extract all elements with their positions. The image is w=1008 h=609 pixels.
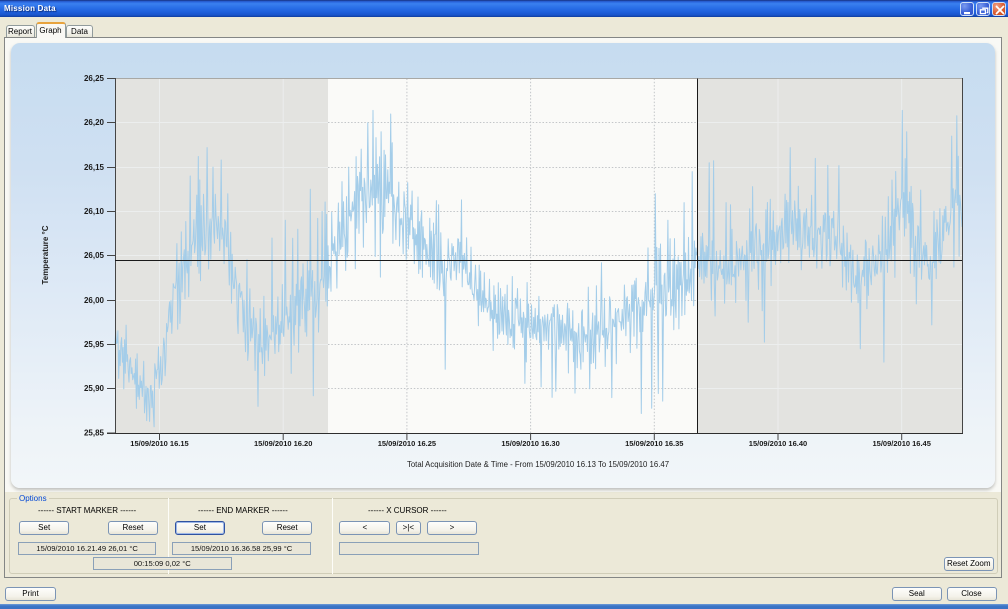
svg-text:26,15: 26,15	[84, 163, 105, 172]
svg-text:26,00: 26,00	[84, 296, 105, 305]
svg-text:26,10: 26,10	[84, 207, 105, 216]
svg-text:Temperature °C: Temperature °C	[41, 225, 50, 284]
svg-text:15/09/2010 16.40: 15/09/2010 16.40	[749, 439, 807, 448]
svg-text:15/09/2010 16.25: 15/09/2010 16.25	[378, 439, 436, 448]
svg-text:Total Acquisition Date & Time: Total Acquisition Date & Time - From 15/…	[407, 460, 669, 469]
svg-text:26,05: 26,05	[84, 251, 105, 260]
svg-text:15/09/2010 16.15: 15/09/2010 16.15	[130, 439, 188, 448]
svg-text:25,85: 25,85	[84, 429, 105, 438]
svg-text:15/09/2010 16.45: 15/09/2010 16.45	[873, 439, 931, 448]
svg-text:26,20: 26,20	[84, 118, 105, 127]
svg-text:25,90: 25,90	[84, 384, 105, 393]
svg-text:26,25: 26,25	[84, 74, 105, 83]
svg-text:15/09/2010 16.30: 15/09/2010 16.30	[501, 439, 559, 448]
svg-text:25,95: 25,95	[84, 340, 105, 349]
svg-text:15/09/2010 16.35: 15/09/2010 16.35	[625, 439, 683, 448]
svg-text:15/09/2010 16.20: 15/09/2010 16.20	[254, 439, 312, 448]
